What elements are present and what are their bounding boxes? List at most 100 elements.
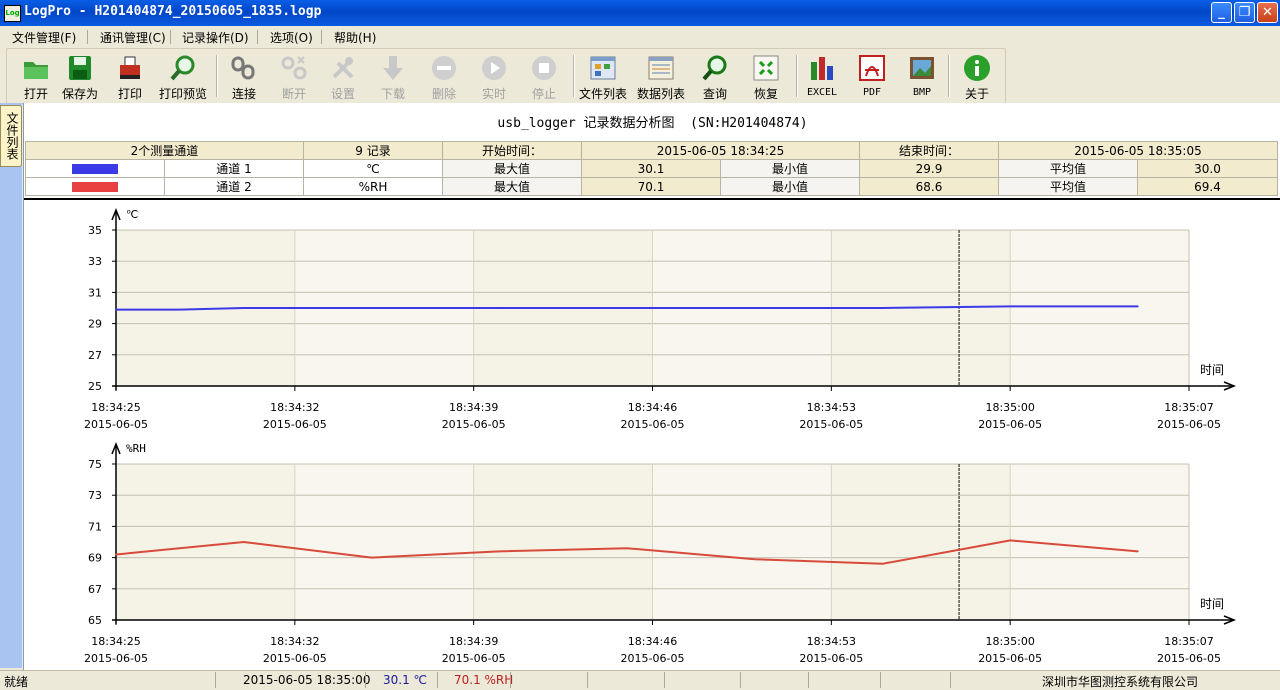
disconnect-icon [281,56,307,80]
x-axis-label: 时间 [1200,597,1224,611]
status-bar: 就绪 2015-06-05 18:35:00 30.1 ℃ 70.1 %RH 深… [0,670,1280,689]
plot-band [831,464,1011,620]
x-tick-time: 18:35:07 [1164,635,1213,648]
menu-record[interactable]: 记录操作(D) [182,29,249,46]
x-tick-date: 2015-06-05 [84,652,148,665]
chart-1 [111,207,1237,391]
status-separator [215,672,216,688]
x-tick-date: 2015-06-05 [442,652,506,665]
restore-icon [753,55,779,81]
charts-area: 35 33 31 29 27 25 18:34:25 2015-06-05 18:34:32 20… [84,207,1237,665]
data-point [179,308,181,311]
x-tick-date: 2015-06-05 [621,418,685,431]
data-point [753,558,756,560]
y-tick-label: 73 [88,489,102,502]
status-separator [437,672,438,688]
folder-open-icon [24,62,48,79]
y-tick-label: 71 [88,520,102,533]
file-list-button[interactable]: 文件列表 [575,51,631,101]
y-tick-label: 29 [88,318,102,331]
x-tick-time: 18:34:32 [270,401,319,414]
data-point [115,553,117,556]
data-point [881,563,884,565]
y-axis-label: %RH [126,442,146,455]
data-point [498,307,501,309]
status-company: 深圳市华图测控系统有限公司 [1042,675,1199,689]
menu-communication[interactable]: 通讯管理(C) [100,29,166,46]
menu-separator [170,30,171,44]
y-tick-label: 67 [88,583,102,596]
y-tick-label: 31 [88,286,102,299]
realtime-play-icon [482,56,506,80]
plot-band [652,464,832,620]
data-point [1009,305,1011,308]
y-tick-label: 75 [88,458,102,471]
data-point [1137,550,1139,553]
restore-view-button[interactable]: 恢复 [738,51,794,101]
data-list-icon [648,56,674,80]
delete-icon [432,56,456,80]
about-label: 关于 [964,87,989,101]
x-tick-time: 18:34:39 [449,401,498,414]
connect-chain-icon [231,56,255,80]
x-tick-date: 2015-06-05 [799,418,863,431]
data-point [753,307,756,309]
x-tick-time: 18:34:46 [628,635,677,648]
restore-button[interactable]: ❐ [1234,2,1255,23]
tab-file-list[interactable]: 文件列表 [0,105,22,167]
menu-options[interactable]: 选项(O) [270,29,313,46]
file-list-icon [590,56,616,80]
x-tick-time: 18:34:46 [628,401,677,414]
data-point [1137,305,1139,308]
about-info-icon [964,55,990,81]
plot-band [473,464,653,620]
status-separator [950,672,951,688]
x-tick-date: 2015-06-05 [978,652,1042,665]
menu-separator [257,30,258,44]
x-tick-date: 2015-06-05 [1157,418,1221,431]
x-tick-time: 18:34:53 [807,635,856,648]
close-button[interactable]: ✕ [1257,2,1278,23]
status-ready: 就绪 [4,675,29,689]
download-arrow-icon [383,56,403,80]
toolbar: 打开 保存为 打印 打印预览 连接 断开 设置 下载 删除 实时 停止 文件列表… [6,48,1006,104]
plot-band [1010,230,1189,386]
excel-icon [811,57,833,80]
about-button[interactable]: 关于 [949,51,1005,101]
y-tick-label: 33 [88,255,102,268]
menu-separator [87,30,88,44]
minimize-button[interactable]: _ [1211,2,1232,23]
data-point [498,550,501,553]
plot-band [294,464,474,620]
status-time: 2015-06-05 18:35:00 [243,673,371,687]
pdf-icon [859,55,885,81]
menu-file[interactable]: 文件管理(F) [12,29,76,46]
print-preview-button[interactable]: 打印预览 [155,51,211,101]
data-point [242,307,245,309]
status-separator [365,672,366,688]
x-tick-date: 2015-06-05 [621,652,685,665]
x-tick-date: 2015-06-05 [263,418,327,431]
x-tick-date: 2015-06-05 [799,652,863,665]
data-point [626,307,628,309]
menu-help[interactable]: 帮助(H) [334,29,376,46]
status-channel-2: 70.1 %RH [454,673,514,687]
window-title: LogPro - H201404874_20150605_1835.logp [24,4,322,19]
x-tick-time: 18:34:25 [91,401,140,414]
bmp-icon [910,57,934,79]
data-point [242,541,245,543]
save-disk-icon [69,56,91,80]
status-separator [880,672,881,688]
data-point [881,307,884,309]
y-axis-label: ℃ [126,208,138,221]
search-icon [702,55,727,81]
x-tick-time: 18:35:00 [985,635,1034,648]
print-preview-label: 打印预览 [158,87,207,101]
x-tick-date: 2015-06-05 [442,418,506,431]
status-separator [510,672,511,688]
app-logo-icon: Log [4,5,21,22]
bmp-button[interactable]: BMP [894,51,950,101]
x-tick-date: 2015-06-05 [84,418,148,431]
x-tick-time: 18:34:39 [449,635,498,648]
stop-button[interactable]: 停止 [516,51,572,101]
